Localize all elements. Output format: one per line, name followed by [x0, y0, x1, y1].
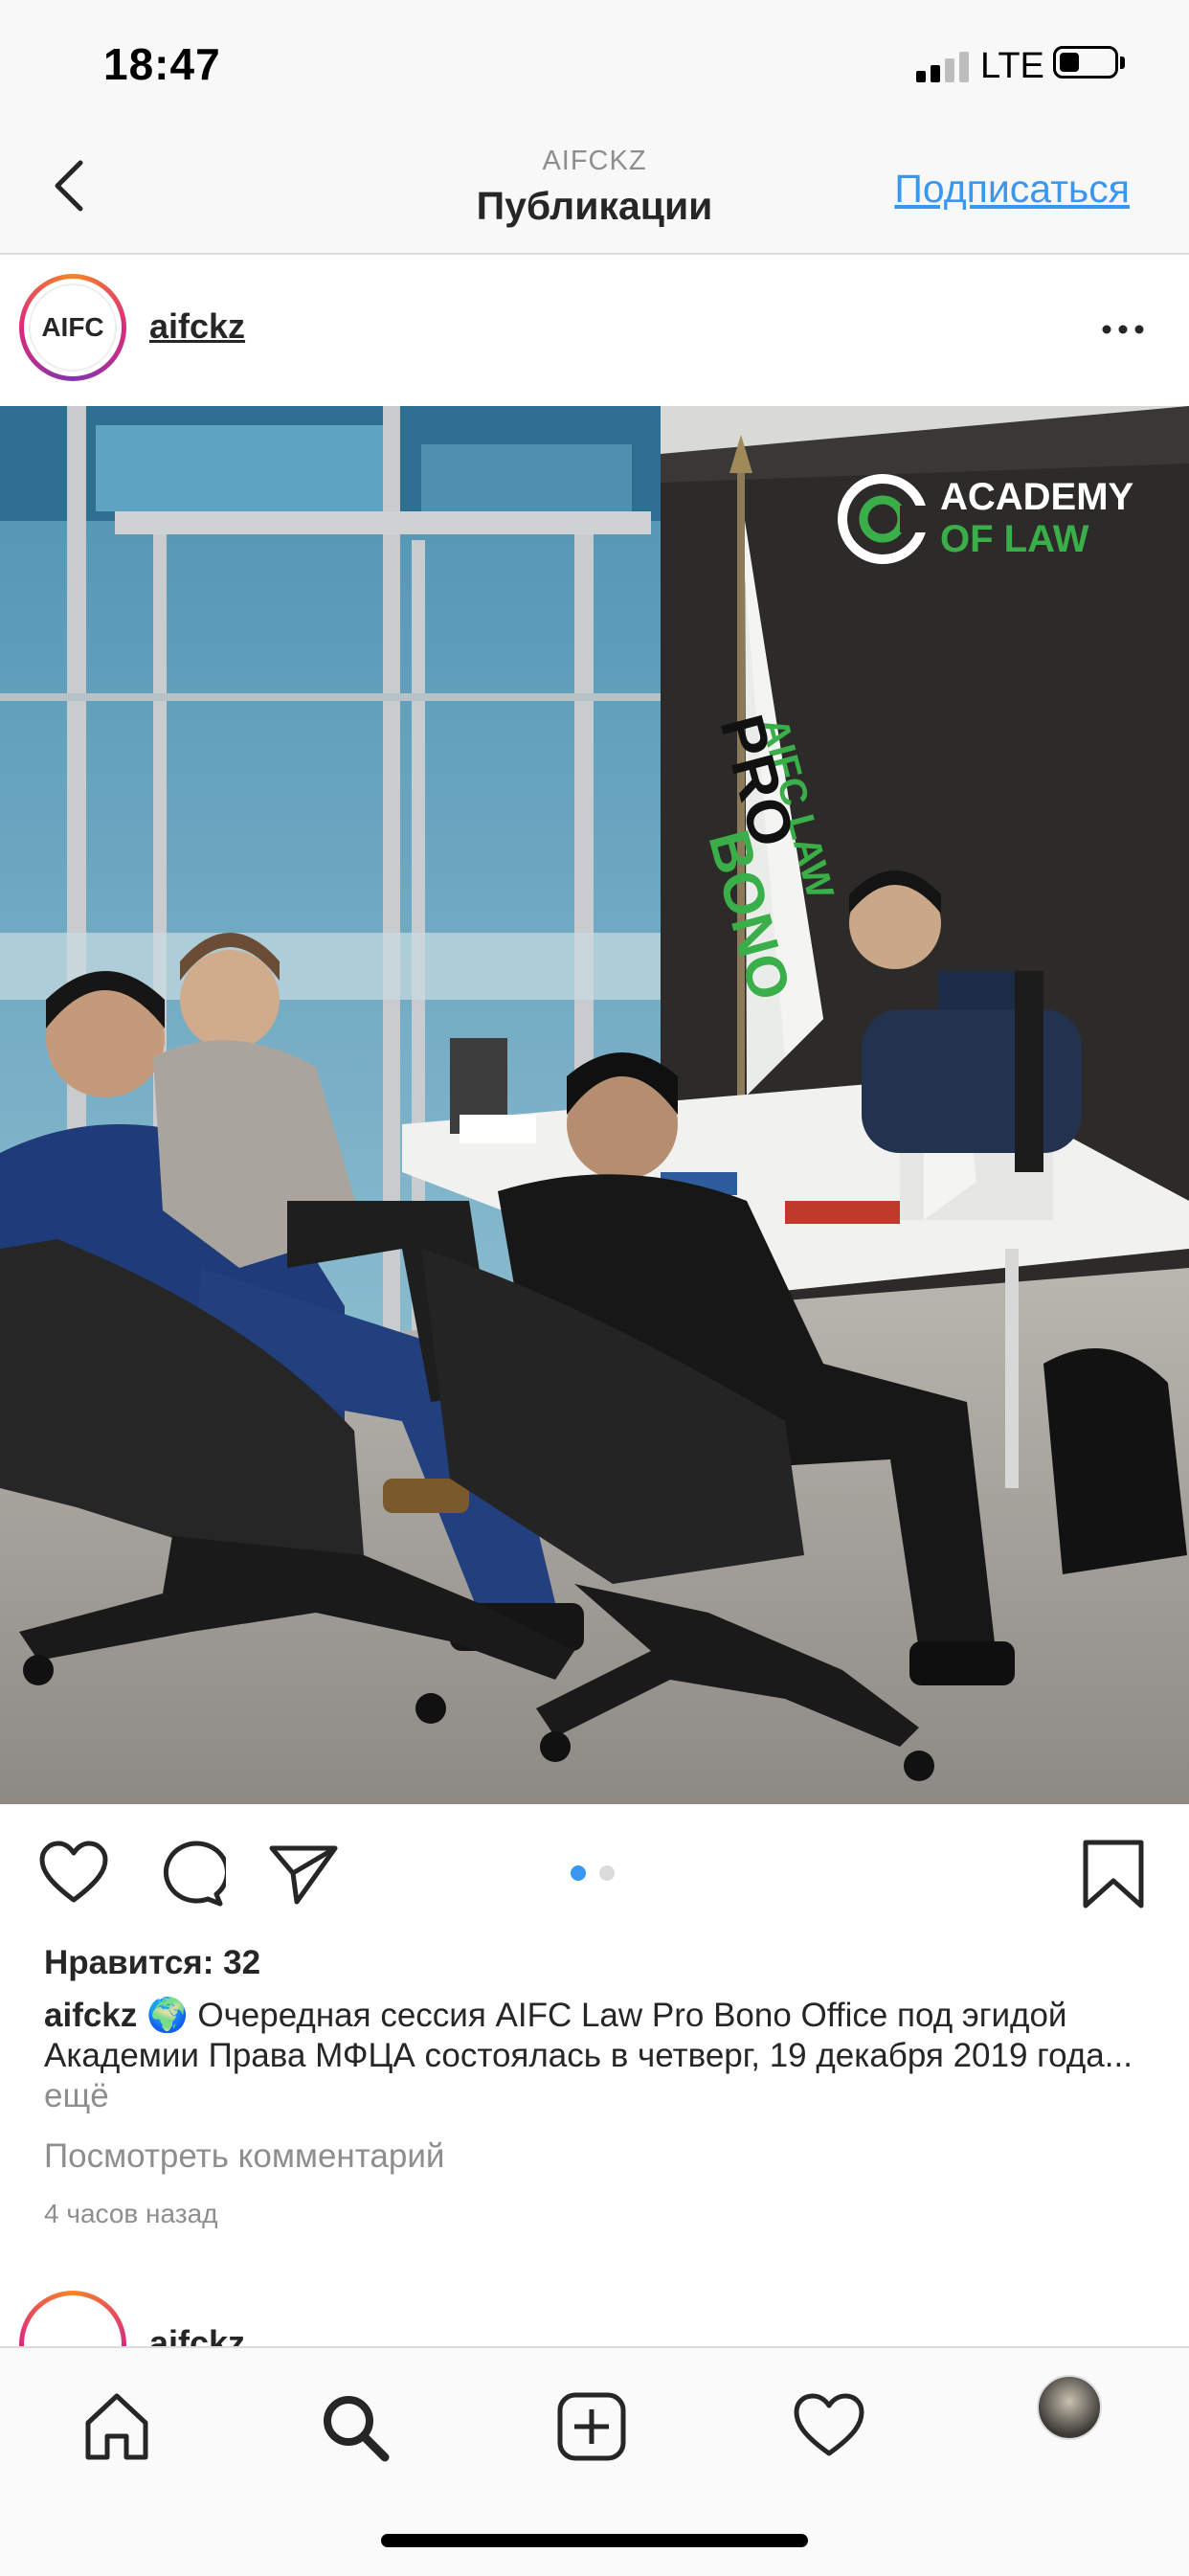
- post-caption: aifckz 🌍 Очередная сессия AIFC Law Pro B…: [44, 1996, 1145, 2116]
- caption-text: Очередная сессия AIFC Law Pro Bono Offic…: [44, 1997, 1133, 2074]
- follow-button[interactable]: Подписаться: [894, 167, 1130, 212]
- post-username[interactable]: aifckz: [149, 306, 245, 347]
- caption-username[interactable]: aifckz: [44, 1997, 137, 2034]
- profile-avatar[interactable]: [1037, 2375, 1102, 2440]
- avatar-logo: AIFC: [29, 283, 117, 372]
- carousel-dot: [599, 1865, 615, 1881]
- post-header: AIFC aifckz: [0, 255, 1189, 406]
- bookmark-icon[interactable]: [1078, 1839, 1149, 1909]
- activity-heart-icon[interactable]: [793, 2390, 865, 2463]
- home-icon[interactable]: [80, 2390, 153, 2463]
- globe-emoji: 🌍: [146, 1997, 189, 2034]
- carousel-dot-active: [571, 1865, 586, 1881]
- status-bar: 18:47 LTE: [0, 0, 1189, 124]
- view-comments-link[interactable]: Посмотреть комментарий: [44, 2137, 444, 2176]
- status-time: 18:47: [103, 39, 221, 89]
- academy-logo-line1: ACADEMY: [940, 476, 1134, 518]
- network-type: LTE: [980, 46, 1044, 86]
- more-horizontal-icon[interactable]: [1099, 310, 1147, 349]
- office-meeting-image: ACADEMY OF LAW AIFC LAW PRO BONO: [0, 406, 1189, 1804]
- comment-icon[interactable]: [155, 1839, 226, 1909]
- new-post-icon[interactable]: [555, 2390, 628, 2463]
- share-send-icon[interactable]: [268, 1839, 339, 1909]
- home-indicator: [381, 2534, 808, 2547]
- battery-cap: [1120, 56, 1125, 69]
- caption-more-link[interactable]: ещё: [44, 2077, 109, 2114]
- nav-header: AIFCKZ Публикации Подписаться: [0, 124, 1189, 255]
- post-photo[interactable]: ACADEMY OF LAW AIFC LAW PRO BONO: [0, 406, 1189, 1804]
- post-actions: [0, 1804, 1189, 1938]
- battery-icon: [1053, 46, 1118, 79]
- search-icon[interactable]: [318, 2390, 391, 2463]
- signal-icon: [916, 50, 972, 82]
- likes-count[interactable]: Нравится: 32: [44, 1944, 260, 1982]
- avatar[interactable]: AIFC: [19, 274, 126, 381]
- like-heart-icon[interactable]: [38, 1839, 109, 1909]
- post-timestamp: 4 часов назад: [44, 2199, 218, 2228]
- academy-logo-line2: OF LAW: [940, 518, 1089, 560]
